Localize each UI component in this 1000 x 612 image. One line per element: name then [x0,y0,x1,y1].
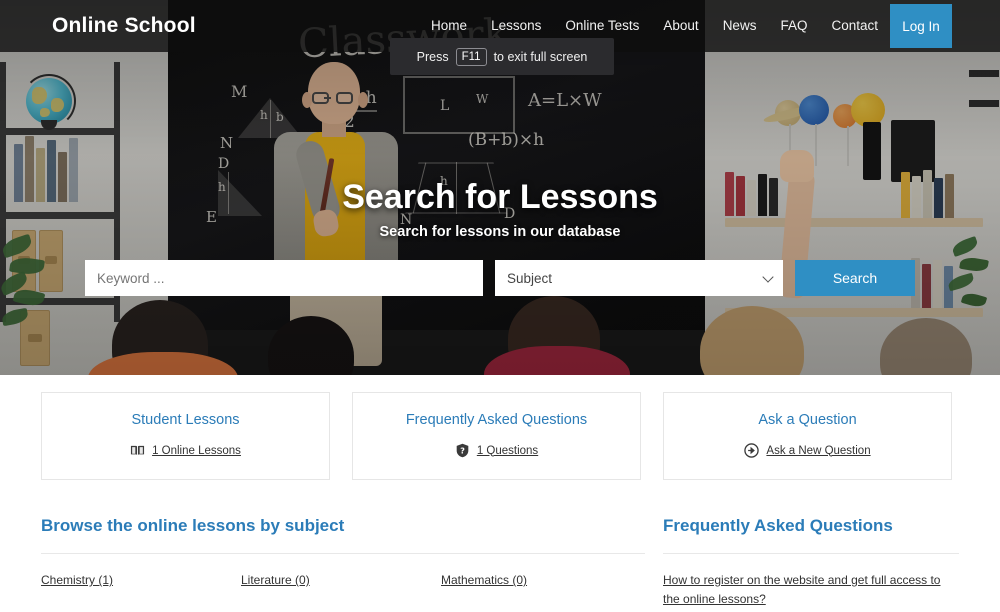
toast-key-f11: F11 [455,47,487,66]
nav-item-contact[interactable]: Contact [819,0,890,52]
shield-question-icon: ? [455,443,470,458]
subjects-divider [41,553,645,554]
card-student-lessons: Student Lessons 1 Online Lessons [41,392,330,480]
card-title: Frequently Asked Questions [405,412,588,428]
card-title: Student Lessons [131,412,240,428]
nav-item-faq[interactable]: FAQ [768,0,819,52]
login-button[interactable]: Log In [890,4,952,48]
subject-cell: Mathematics (0) [441,571,641,589]
card-ask-question: Ask a Question Ask a New Question [663,392,952,480]
toast-prefix-label: Press [416,49,449,64]
subject-link-literature[interactable]: Literature (0) [241,573,310,587]
nav-item-news[interactable]: News [711,0,769,52]
faq-divider [663,553,959,554]
card-link[interactable]: Ask a New Question [766,445,870,457]
summary-cards: Student Lessons 1 Online Lessons Frequen… [0,392,1000,482]
hero-subtitle: Search for lessons in our database [379,224,621,240]
lesson-search-form: Subject Search [85,260,915,296]
fullscreen-exit-toast: Press F11 to exit full screen [390,38,614,75]
faq-question-link[interactable]: How to register on the website and get f… [663,571,959,609]
card-link-row: Ask a New Question [664,443,951,458]
subject-select[interactable]: Subject [495,260,783,296]
subject-cell: Literature (0) [241,571,441,589]
keyword-input[interactable] [85,260,483,296]
card-title: Ask a Question [758,412,857,428]
browse-subjects-section: Browse the online lessons by subject Che… [41,516,645,612]
svg-text:?: ? [460,446,465,455]
card-link[interactable]: 1 Online Lessons [152,445,241,457]
toast-suffix-label: to exit full screen [493,49,588,64]
card-faq: Frequently Asked Questions ? 1 Questions [352,392,641,480]
page-root: Classwork M h b N = b×h 2 L W A=L×W D [0,0,1000,612]
faq-section: Frequently Asked Questions How to regist… [663,516,959,609]
subject-select-wrapper[interactable]: Subject [495,260,783,296]
card-link-row: ? 1 Questions [353,443,640,458]
search-button[interactable]: Search [795,260,915,296]
hero-title: Search for Lessons [342,178,658,216]
subject-cell: Chemistry (1) [41,571,241,589]
faq-section-title: Frequently Asked Questions [663,516,893,535]
card-link[interactable]: 1 Questions [477,445,538,457]
subject-link-mathematics[interactable]: Mathematics (0) [441,573,527,587]
book-icon [130,443,145,458]
faq-list: How to register on the website and get f… [663,571,959,609]
subject-link-chemistry[interactable]: Chemistry (1) [41,573,113,587]
card-link-row: 1 Online Lessons [42,443,329,458]
subjects-grid: Chemistry (1) Literature (0) Mathematics… [41,571,645,612]
arrow-circle-right-icon [744,443,760,458]
nav-item-about[interactable]: About [651,0,710,52]
brand-logo[interactable]: Online School [52,14,196,38]
subjects-section-title: Browse the online lessons by subject [41,516,345,535]
